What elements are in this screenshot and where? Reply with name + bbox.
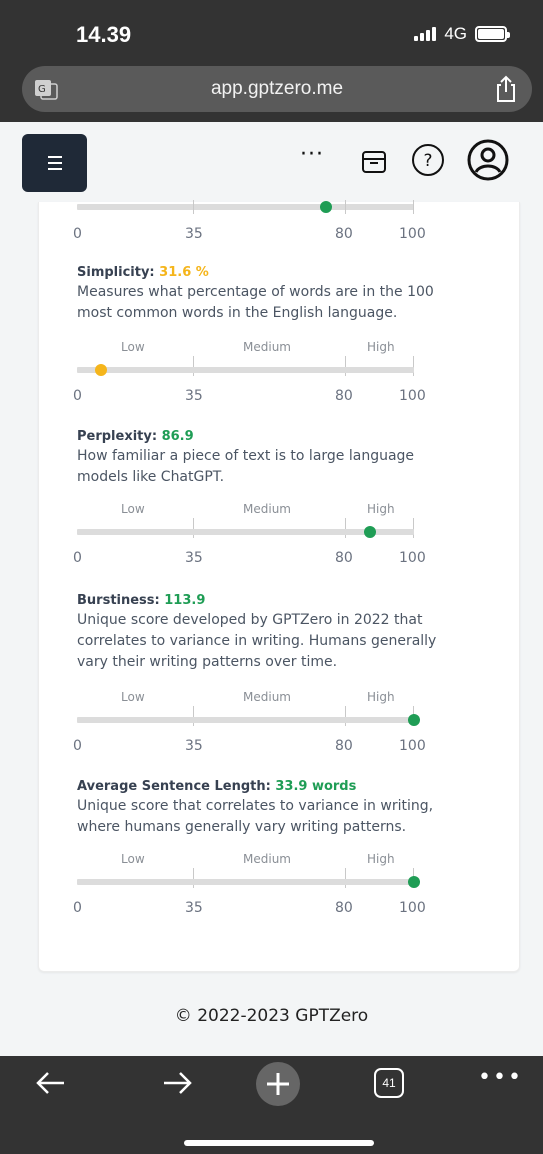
scale-number: 35 bbox=[185, 738, 203, 754]
more-icon[interactable]: ··· bbox=[298, 144, 326, 168]
share-icon[interactable] bbox=[494, 75, 518, 103]
scale-number: 80 bbox=[335, 900, 353, 916]
scale-marker-dot bbox=[408, 714, 420, 726]
scale-track bbox=[77, 717, 414, 723]
metric-description: Measures what percentage of words are in… bbox=[77, 284, 434, 321]
scale-number: 0 bbox=[73, 550, 82, 566]
scale-number: 0 bbox=[73, 738, 82, 754]
scale-label-medium: Medium bbox=[243, 340, 291, 354]
scale-number: 35 bbox=[185, 226, 203, 242]
metric-scale: Low Medium High 0 35 80 100 bbox=[73, 340, 426, 414]
partial-scale: 0 35 80 100 bbox=[73, 186, 426, 248]
scale-number: 80 bbox=[335, 550, 353, 566]
inbox-icon[interactable] bbox=[360, 148, 388, 176]
scale-label-low: Low bbox=[121, 340, 145, 354]
footer-copyright: © 2022-2023 GPTZero bbox=[174, 1006, 369, 1026]
metric-value: 113.9 bbox=[164, 593, 206, 608]
scale-number: 100 bbox=[399, 900, 426, 916]
scale-marker-dot bbox=[363, 526, 376, 538]
scale-number: 0 bbox=[73, 226, 82, 242]
scale-track bbox=[77, 879, 414, 885]
metric-scale: Low Medium High 0 35 80 100 bbox=[73, 502, 426, 576]
scale-number: 80 bbox=[335, 388, 353, 404]
metric-title: Burstiness: 113.9 bbox=[77, 593, 206, 608]
scale-marker-dot bbox=[408, 876, 420, 888]
home-indicator bbox=[184, 1140, 374, 1146]
url-text[interactable]: app.gptzero.me bbox=[22, 78, 532, 100]
plus-icon bbox=[267, 1073, 289, 1095]
scale-number: 35 bbox=[185, 900, 203, 916]
scale-number: 35 bbox=[185, 388, 203, 404]
scale-label-low: Low bbox=[121, 502, 145, 516]
scale-label-high: High bbox=[367, 340, 395, 354]
metric-scale: Low Medium High 0 35 80 100 bbox=[73, 852, 426, 926]
metric-value: 86.9 bbox=[161, 429, 194, 444]
network-type: 4G bbox=[444, 24, 467, 43]
scale-label-high: High bbox=[367, 502, 395, 516]
new-tab-button[interactable] bbox=[256, 1062, 300, 1106]
scale-label-high: High bbox=[367, 852, 395, 866]
status-indicators: 4G bbox=[414, 24, 510, 44]
metric-simplicity: Simplicity: 31.6 % Measures what percent… bbox=[77, 264, 467, 324]
scale-track bbox=[77, 204, 414, 210]
scale-number: 0 bbox=[73, 388, 82, 404]
metric-description: Unique score developed by GPTZero in 202… bbox=[77, 612, 437, 670]
user-account-icon[interactable] bbox=[466, 138, 510, 182]
scale-number: 0 bbox=[73, 900, 82, 916]
metric-average-sentence-length: Average Sentence Length: 33.9 words Uniq… bbox=[77, 778, 467, 838]
metric-perplexity: Perplexity: 86.9 How familiar a piece of… bbox=[77, 428, 467, 488]
battery-icon bbox=[475, 26, 510, 42]
metric-description: Unique score that correlates to variance… bbox=[77, 798, 434, 835]
scale-label-high: High bbox=[367, 690, 395, 704]
scale-label-low: Low bbox=[121, 690, 145, 704]
metric-value: 33.9 words bbox=[275, 779, 357, 794]
scale-number: 100 bbox=[399, 550, 426, 566]
signal-icon bbox=[414, 27, 437, 41]
metric-burstiness: Burstiness: 113.9 Unique score developed… bbox=[77, 592, 467, 673]
scale-number: 80 bbox=[335, 738, 353, 754]
scale-number: 80 bbox=[335, 226, 353, 242]
metric-scale: Low Medium High 0 35 80 100 bbox=[73, 690, 426, 764]
scale-marker-dot bbox=[320, 201, 333, 213]
scale-number: 100 bbox=[399, 738, 426, 754]
metric-title: Simplicity: 31.6 % bbox=[77, 265, 209, 280]
browser-top-chrome: 14.39 4G G app.gptzero.me bbox=[0, 0, 543, 122]
forward-arrow-icon[interactable] bbox=[160, 1068, 194, 1098]
scale-number: 35 bbox=[185, 550, 203, 566]
svg-text:?: ? bbox=[423, 151, 432, 171]
scale-marker-dot bbox=[94, 364, 107, 376]
tab-count-button[interactable]: 41 bbox=[374, 1068, 404, 1098]
status-bar: 14.39 4G bbox=[0, 0, 543, 62]
scale-label-medium: Medium bbox=[243, 690, 291, 704]
metric-value: 31.6 % bbox=[159, 265, 209, 280]
metric-description: How familiar a piece of text is to large… bbox=[77, 448, 415, 485]
metric-title: Perplexity: 86.9 bbox=[77, 429, 194, 444]
scale-label-medium: Medium bbox=[243, 502, 291, 516]
scale-label-low: Low bbox=[121, 852, 145, 866]
scale-number: 100 bbox=[399, 388, 426, 404]
metric-title: Average Sentence Length: 33.9 words bbox=[77, 779, 357, 794]
scale-track bbox=[77, 367, 414, 373]
url-bar[interactable]: G app.gptzero.me bbox=[22, 66, 532, 112]
scale-label-medium: Medium bbox=[243, 852, 291, 866]
more-menu-icon[interactable]: ••• bbox=[478, 1067, 521, 1098]
menu-button[interactable] bbox=[22, 134, 87, 192]
hamburger-icon bbox=[47, 156, 62, 158]
help-icon[interactable]: ? bbox=[410, 142, 446, 178]
scale-number: 100 bbox=[399, 226, 426, 242]
status-time: 14.39 bbox=[76, 22, 132, 47]
back-arrow-icon[interactable] bbox=[34, 1068, 68, 1098]
